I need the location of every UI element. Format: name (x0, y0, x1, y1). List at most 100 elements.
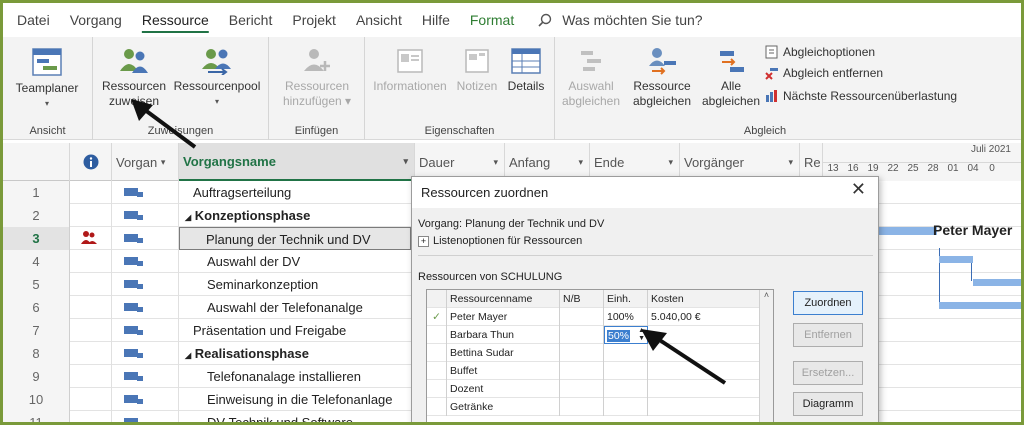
resource-name[interactable]: Getränke (447, 398, 560, 416)
ersetzen-button[interactable]: Ersetzen... (793, 361, 863, 385)
name-column-header[interactable]: Vorgangsname ▾ (179, 143, 415, 181)
filter-dropdown-icon[interactable]: ▾ (578, 157, 583, 168)
filter-dropdown-icon[interactable]: ▾ (161, 157, 166, 168)
filter-dropdown-icon[interactable]: ▾ (493, 157, 498, 168)
level-resource-icon (649, 48, 676, 75)
task-name[interactable]: Präsentation und Freigabe (179, 319, 409, 342)
informationen-button[interactable]: Informationen (369, 47, 451, 94)
tab-ansicht[interactable]: Ansicht (346, 3, 412, 37)
auto-schedule-icon (124, 234, 143, 243)
tab-bericht[interactable]: Bericht (219, 3, 283, 37)
auto-schedule-icon (124, 280, 143, 289)
next-overallocation-icon (766, 90, 777, 102)
task-name[interactable]: Auswahl der DV (179, 250, 409, 273)
task-name[interactable]: Telefonanalage installieren (179, 365, 409, 388)
task-name[interactable]: Seminarkonzeption (179, 273, 409, 296)
ressource-label-1: Ressource (633, 79, 691, 93)
ressourcen-hinzufuegen-button[interactable]: Ressourcen hinzufügen ▾ (275, 47, 359, 109)
collapse-triangle-icon[interactable]: ◢ (185, 213, 191, 222)
timescale-day: 22 (887, 163, 899, 174)
group-ansicht: Teamplaner ▾ Ansicht (3, 37, 93, 140)
details-button[interactable]: Details (501, 47, 551, 94)
abgleich-entfernen-button[interactable]: Abgleich entfernen (765, 66, 883, 80)
task-name[interactable]: ◢ Konzeptionsphase (179, 204, 409, 227)
row-number[interactable]: 5 (3, 273, 70, 296)
alle-abgleichen-button[interactable]: Alle abgleichen (701, 47, 761, 109)
filter-dropdown-icon[interactable]: ▾ (668, 157, 673, 168)
expand-plus-icon[interactable]: + (418, 235, 429, 247)
tab-datei[interactable]: Datei (3, 3, 60, 37)
row-number[interactable]: 4 (3, 250, 70, 273)
teamplaner-button[interactable]: Teamplaner ▾ (11, 47, 83, 111)
row-number[interactable]: 8 (3, 342, 70, 365)
task-name[interactable]: ◢ Realisationsphase (179, 342, 409, 365)
tab-ressource[interactable]: Ressource (132, 3, 219, 37)
gantt-bar[interactable] (973, 279, 1021, 286)
timescale-day: 25 (907, 163, 919, 174)
gantt-bar[interactable] (939, 256, 973, 263)
tab-hilfe[interactable]: Hilfe (412, 3, 460, 37)
task-name[interactable]: Einweisung in die Telefonanlage (179, 388, 409, 411)
resource-row[interactable]: Getränke (427, 398, 773, 416)
tell-me-text: Was möchten Sie tun? (562, 12, 703, 28)
task-name-selected[interactable]: Planung der Technik und DV (179, 227, 411, 250)
col-nb[interactable]: N/B (560, 290, 604, 308)
row-number[interactable]: 7 (3, 319, 70, 342)
zuordnen-button[interactable]: Zuordnen (793, 291, 863, 315)
row-number[interactable]: 2 (3, 204, 70, 227)
resource-name[interactable]: Buffet (447, 362, 560, 380)
col-einh[interactable]: Einh. (604, 290, 648, 308)
col-kosten[interactable]: Kosten (648, 290, 764, 308)
leveling-options-icon (765, 45, 778, 59)
tab-format[interactable]: Format (460, 3, 524, 37)
timescale-month: Juli 2021 (970, 144, 1011, 155)
task-name[interactable]: Auftragserteilung (179, 181, 409, 204)
row-number[interactable]: 11 (3, 411, 70, 422)
tab-vorgang[interactable]: Vorgang (60, 3, 132, 37)
entfernen-button[interactable]: Entfernen (793, 323, 863, 347)
row-number[interactable]: 1 (3, 181, 70, 204)
assign-resources-icon (120, 49, 148, 73)
level-all-icon (720, 51, 744, 72)
auto-schedule-icon (124, 326, 143, 335)
scroll-up-icon[interactable]: ˄ (760, 290, 773, 300)
notizen-button[interactable]: Notizen (451, 47, 503, 94)
listenoptionen-toggle[interactable]: + Listenoptionen für Ressourcen (418, 235, 582, 247)
row-number[interactable]: 9 (3, 365, 70, 388)
group-abgleich: Auswahl abgleichen Ressource abgleichen … (555, 37, 975, 140)
col-ressourcenname[interactable]: Ressourcenname (447, 290, 560, 308)
task-name[interactable]: Auswahl der Telefonanalge (179, 296, 409, 319)
auswahl-abgleichen-button[interactable]: Auswahl abgleichen (559, 47, 623, 109)
abgleich-entfernen-label: Abgleich entfernen (783, 66, 884, 80)
diagramm-button[interactable]: Diagramm (793, 392, 863, 416)
collapse-triangle-icon[interactable]: ◢ (185, 351, 191, 360)
naechste-ueberlastung-button[interactable]: Nächste Ressourcenüberlastung (765, 89, 957, 103)
gantt-bar[interactable] (879, 227, 937, 235)
vertical-scrollbar[interactable]: ˄ (759, 290, 773, 422)
group-label-ansicht: Ansicht (29, 125, 66, 137)
auswahl-label-2: abgleichen (561, 94, 621, 108)
gantt-bar[interactable] (939, 302, 1021, 309)
group-label-abgleich: Abgleich (743, 125, 787, 137)
listenoptionen-label: Listenoptionen für Ressourcen (433, 235, 583, 247)
app-window: Datei Vorgang Ressource Bericht Projekt … (0, 0, 1024, 425)
filter-dropdown-icon[interactable]: ▾ (788, 157, 793, 168)
row-number[interactable]: 3 (3, 227, 70, 250)
annotation-arrow-icon (131, 99, 197, 149)
select-all-cell[interactable] (3, 143, 70, 181)
resource-name[interactable]: Barbara Thun (447, 326, 560, 344)
filter-dropdown-icon[interactable]: ▾ (403, 156, 408, 167)
info-column-header[interactable] (70, 143, 112, 181)
tab-projekt[interactable]: Projekt (282, 3, 346, 37)
resource-name[interactable]: Bettina Sudar (447, 344, 560, 362)
close-icon[interactable]: ✕ (851, 179, 866, 200)
resource-name[interactable]: Dozent (447, 380, 560, 398)
tell-me-box[interactable]: Was möchten Sie tun? (524, 12, 703, 28)
abgleichoptionen-button[interactable]: Abgleichoptionen (765, 45, 875, 59)
assign-label-1: Ressourcen (101, 79, 167, 93)
ressource-abgleichen-button[interactable]: Ressource abgleichen (623, 47, 701, 109)
task-name[interactable]: DV-Technik und Software (179, 411, 409, 422)
row-number[interactable]: 10 (3, 388, 70, 411)
row-number[interactable]: 6 (3, 296, 70, 319)
resource-name[interactable]: Peter Mayer (447, 308, 560, 326)
